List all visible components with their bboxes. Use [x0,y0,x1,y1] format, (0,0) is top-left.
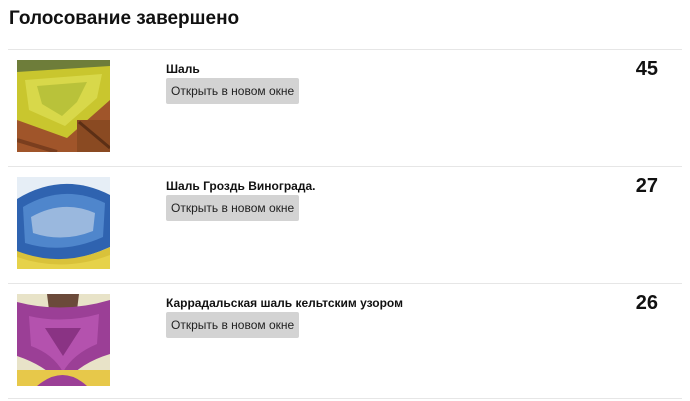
item-thumbnail[interactable] [17,60,110,152]
vote-count: 26 [635,292,658,314]
open-in-new-window-button[interactable]: Открыть в новом окне [166,195,300,221]
result-row: Шаль Гроздь Винограда. Открыть в новом о… [8,166,682,283]
open-in-new-window-button[interactable]: Открыть в новом окне [166,78,300,104]
page-title: Голосование завершено [9,8,240,29]
blue-shawl-image [17,177,110,269]
item-name: Каррадальская шаль кельтским узором [166,296,403,310]
poll-results-page: Голосование завершено Шаль Открыть в нов… [0,0,690,401]
yellow-shawl-image [17,60,110,152]
divider [8,398,682,399]
vote-count: 45 [635,58,658,80]
item-thumbnail[interactable] [17,177,110,269]
item-thumbnail[interactable] [17,294,110,386]
item-name: Шаль Гроздь Винограда. [166,179,316,193]
purple-shawl-image [17,294,110,386]
result-row: Каррадальская шаль кельтским узором Откр… [8,283,682,400]
result-row: Шаль Открыть в новом окне 45 [8,49,682,166]
open-in-new-window-button[interactable]: Открыть в новом окне [166,312,300,338]
vote-count: 27 [635,175,658,197]
item-name: Шаль [166,62,200,76]
